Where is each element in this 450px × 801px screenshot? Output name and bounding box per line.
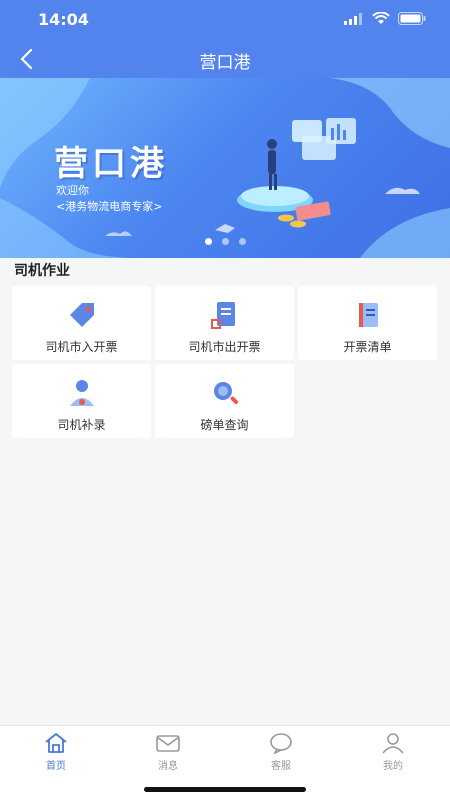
tab-home[interactable]: 首页 [0,732,112,776]
tile-invoice-list[interactable]: 开票清单 [298,286,437,360]
invoice-out-icon [210,302,235,329]
home-indicator [144,787,306,792]
tab-label: 首页 [46,761,66,772]
list-doc-icon [358,303,378,327]
signal-icon [344,12,362,25]
tab-profile[interactable]: 我的 [337,732,449,776]
tab-label: 消息 [158,761,178,772]
status-bar: 14:04 [0,0,450,40]
tab-label: 客服 [271,761,291,772]
chat-icon [270,733,292,754]
tile-label: 司机补录 [57,418,106,432]
promo-banner[interactable]: 营口港 欢迎你 <港务物流电商专家> [0,78,450,258]
carousel-dot[interactable] [204,238,212,245]
tile-label: 司机市出开票 [188,340,261,354]
tab-customer-service[interactable]: 客服 [225,732,337,776]
user-icon [382,733,404,754]
wifi-icon [372,12,390,24]
tile-driver-inbound-invoice[interactable]: 司机市入开票 [12,286,151,360]
home-icon [45,733,67,753]
banner-slogan: <港务物流电商专家> [56,200,163,213]
tile-driver-supplement[interactable]: 司机补录 [12,364,151,438]
carousel-dot[interactable] [221,238,229,245]
person-icon [69,380,94,406]
magnifier-icon [213,382,238,405]
section-title: 司机作业 [14,263,70,279]
banner-welcome: 欢迎你 [56,184,89,197]
status-time: 14:04 [38,10,89,29]
banner-title: 营口港 [54,144,168,184]
nav-bar: 营口港 [0,40,450,78]
tile-driver-outbound-invoice[interactable]: 司机市出开票 [155,286,294,360]
tab-messages[interactable]: 消息 [112,732,224,776]
tag-icon [69,303,94,327]
tab-label: 我的 [383,761,403,772]
status-icons [344,12,426,25]
mail-icon [156,735,180,752]
tile-label: 磅单查询 [200,418,249,432]
tile-label: 开票清单 [343,340,392,354]
carousel-dot[interactable] [238,238,246,245]
battery-icon [398,12,426,25]
tile-weigh-ticket-query[interactable]: 磅单查询 [155,364,294,438]
page-title: 营口港 [199,53,251,73]
carousel-dots [0,238,450,245]
tile-label: 司机市入开票 [45,340,118,354]
